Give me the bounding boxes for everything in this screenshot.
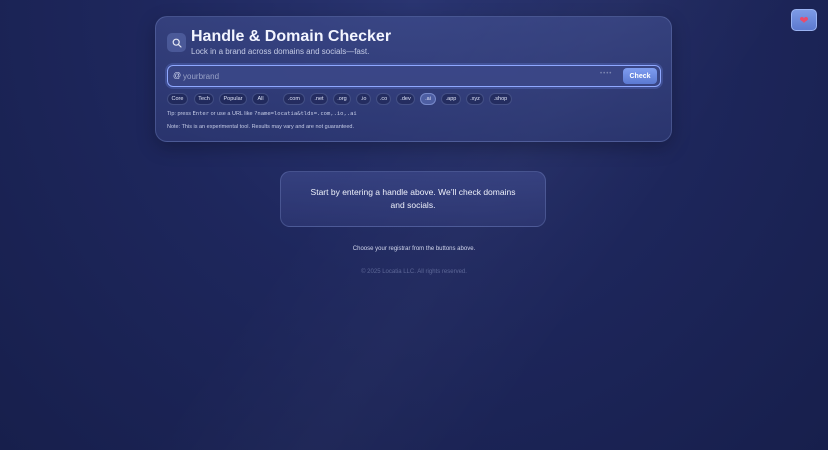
tld-chip-ai[interactable]: .ai bbox=[420, 93, 436, 105]
search-icon bbox=[167, 33, 186, 52]
enter-key: Enter bbox=[192, 111, 210, 117]
page-title: Handle & Domain Checker bbox=[191, 28, 392, 45]
tld-chip-shop[interactable]: .shop bbox=[489, 93, 512, 105]
input-hint: •••• bbox=[600, 71, 613, 77]
tld-chip-co[interactable]: .co bbox=[376, 93, 391, 105]
handle-input[interactable] bbox=[183, 69, 583, 83]
search-bar: @ •••• Check bbox=[167, 65, 661, 87]
registrar-note: Choose your registrar from the buttons a… bbox=[352, 246, 476, 252]
empty-state-text: Start by entering a handle above. We’ll … bbox=[310, 187, 516, 210]
disclaimer-note: Note: This is an experimental tool. Resu… bbox=[167, 124, 354, 130]
empty-state-card: Start by entering a handle above. We’ll … bbox=[280, 171, 546, 227]
url-example: ?name=locatia&tlds=.com,.io,.ai bbox=[254, 111, 357, 117]
footer-copyright: © 2025 Locatia LLC. All rights reserved. bbox=[361, 269, 467, 275]
tld-chip-dev[interactable]: .dev bbox=[396, 93, 415, 105]
tld-chip-org[interactable]: .org bbox=[333, 93, 351, 105]
preset-all[interactable]: All bbox=[252, 93, 269, 105]
preset-core[interactable]: Core bbox=[167, 93, 188, 105]
page-subtitle: Lock in a brand across domains and socia… bbox=[191, 47, 370, 56]
tld-chip-com[interactable]: .com bbox=[283, 93, 305, 105]
search-card: Handle & Domain Checker Lock in a brand … bbox=[155, 16, 672, 142]
preset-popular[interactable]: Popular bbox=[219, 93, 247, 105]
preset-tech[interactable]: Tech bbox=[194, 93, 214, 105]
tld-chip-io[interactable]: .io bbox=[356, 93, 371, 105]
theme-toggle-button[interactable]: ❤ bbox=[791, 9, 817, 31]
tld-chip-net[interactable]: .net bbox=[310, 93, 328, 105]
tip-text: Tip: press Enter or use a URL like ?name… bbox=[167, 111, 357, 117]
tld-chip-app[interactable]: .app bbox=[441, 93, 461, 105]
check-button[interactable]: Check bbox=[623, 68, 657, 84]
tld-chip-xyz[interactable]: .xyz bbox=[466, 93, 484, 105]
heart-icon: ❤ bbox=[799, 14, 809, 27]
at-prefix: @ bbox=[173, 71, 182, 80]
